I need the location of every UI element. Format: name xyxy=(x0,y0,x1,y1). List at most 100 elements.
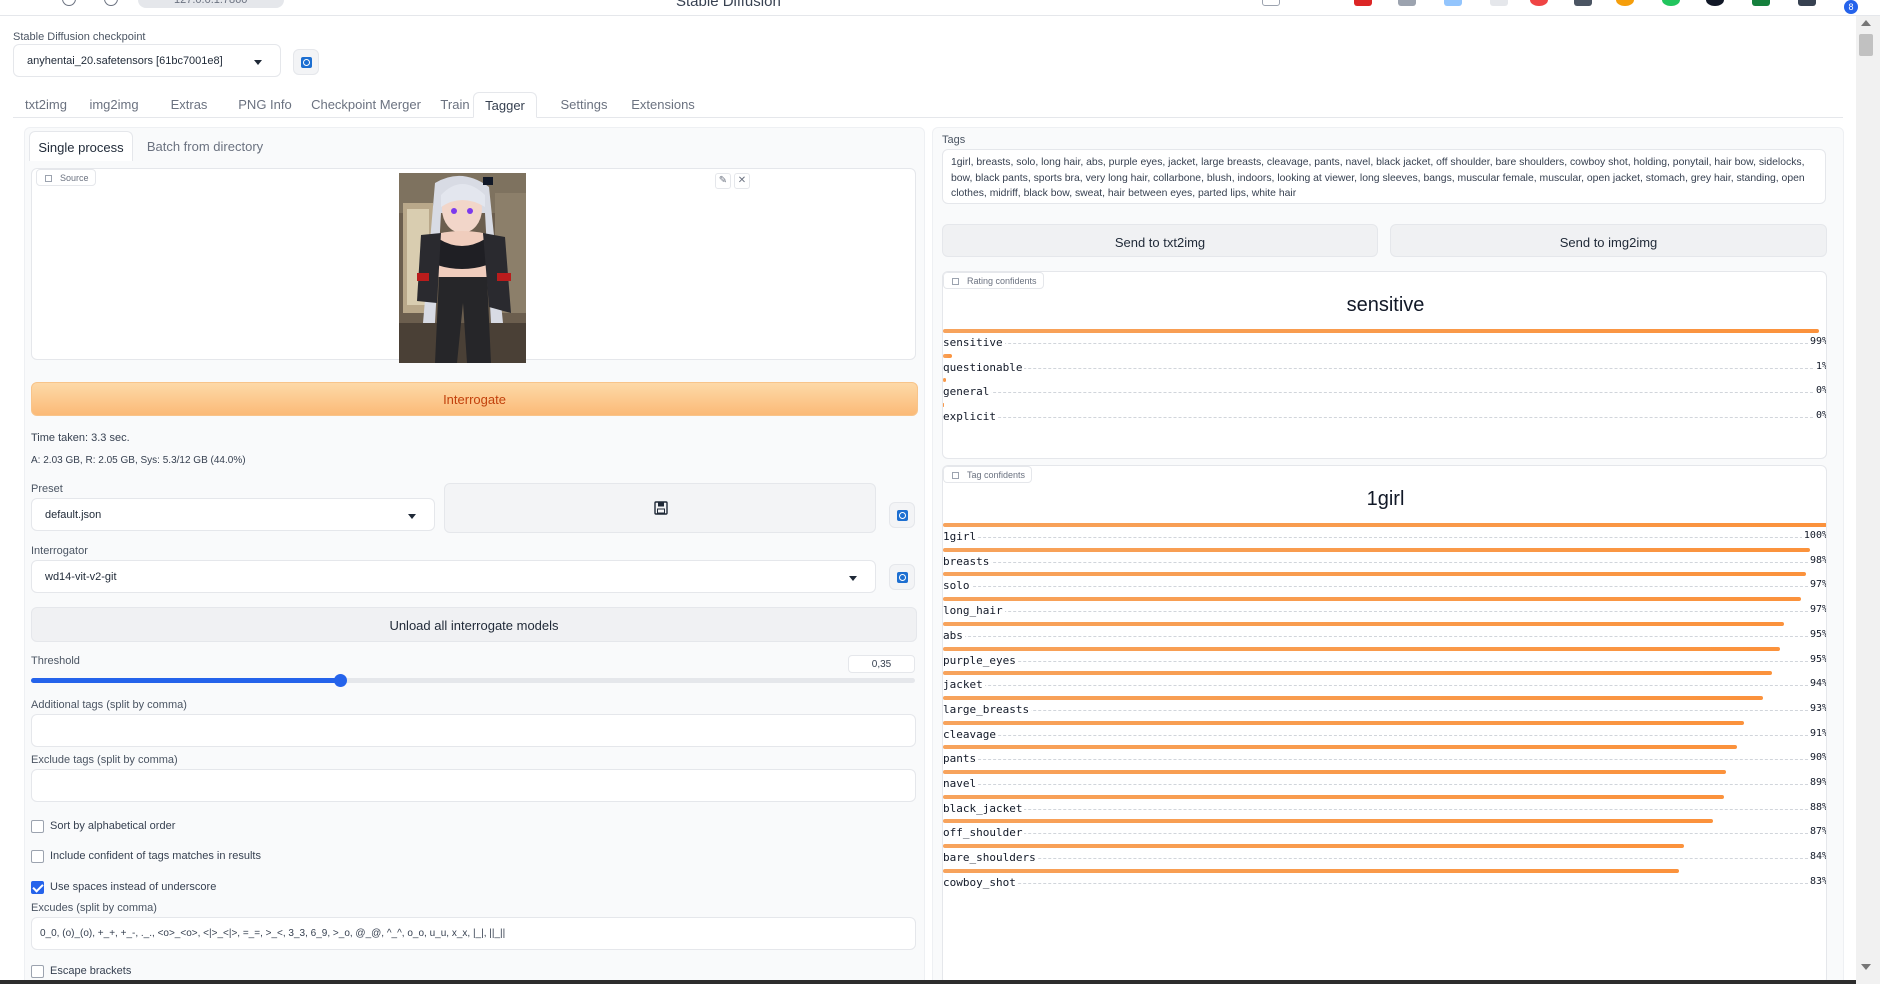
reload-icon[interactable] xyxy=(62,0,76,6)
extension-gray-icon[interactable] xyxy=(1398,0,1416,6)
interrogator-dropdown[interactable]: wd14-vit-v2-git xyxy=(31,560,876,593)
save-preset-button[interactable] xyxy=(444,483,876,533)
tab-txt2img[interactable]: txt2img xyxy=(13,92,79,118)
confidence-label: bare_shoulders xyxy=(943,851,1038,865)
confidence-bar xyxy=(943,794,1724,799)
character-illustration xyxy=(399,173,526,363)
excludes-input[interactable]: 0_0, (o)_(o), +_+, +_-, ._., <o>_<o>, <|… xyxy=(31,917,916,950)
send-to-txt2img-button[interactable]: Send to txt2img xyxy=(942,224,1378,257)
sort-alphabetical-checkbox[interactable] xyxy=(31,820,44,833)
escape-brackets-checkbox[interactable] xyxy=(31,965,44,978)
confidence-bar xyxy=(943,403,944,408)
confidence-percent: 84% xyxy=(1807,851,1827,863)
checkpoint-refresh-button[interactable] xyxy=(293,49,319,75)
rating-confidents-label: Rating confidents xyxy=(943,272,1044,289)
confidence-percent: 91% xyxy=(1807,727,1827,739)
scroll-up-arrow-icon[interactable] xyxy=(1861,20,1871,26)
tag-confidents-panel: Tag confidents 1girl 1girl 100% breasts 98%… xyxy=(942,465,1827,984)
chevron-down-icon xyxy=(849,576,857,581)
close-icon[interactable]: ✕ xyxy=(734,173,750,189)
send-to-img2img-button[interactable]: Send to img2img xyxy=(1390,224,1827,257)
confidence-bar xyxy=(943,819,1713,824)
extension-shield-icon[interactable] xyxy=(1530,0,1548,6)
left-panel: Single process Batch from directory Sour… xyxy=(24,127,925,984)
exclude-tags-input[interactable] xyxy=(31,769,916,802)
tab-batch-from-directory[interactable]: Batch from directory xyxy=(137,131,273,161)
checkpoint-dropdown[interactable]: anyhentai_20.safetensors [61bc7001e8] xyxy=(13,44,281,77)
dotted-leader xyxy=(943,709,1826,711)
preset-dropdown[interactable]: default.json xyxy=(31,498,435,531)
address-bar[interactable]: 127.0.0.1:7860 xyxy=(138,0,284,8)
dotted-leader xyxy=(943,882,1826,884)
dotted-leader xyxy=(943,392,1826,394)
dotted-leader xyxy=(943,685,1826,687)
tab-png-info[interactable]: PNG Info xyxy=(223,92,307,118)
tab-img2img[interactable]: img2img xyxy=(79,92,149,118)
floppy-disk-icon xyxy=(654,501,668,515)
extension-calc-icon[interactable] xyxy=(1574,0,1592,6)
back-icon[interactable] xyxy=(16,0,30,6)
confidence-label: solo xyxy=(943,579,972,593)
scroll-down-arrow-icon[interactable] xyxy=(1861,964,1871,970)
confidence-label: sensitive xyxy=(943,336,1005,349)
tab-checkpoint-merger[interactable]: Checkpoint Merger xyxy=(301,92,431,118)
main-tab-bar: txt2img img2img Extras PNG Info Checkpoi… xyxy=(13,92,1843,118)
dotted-leader xyxy=(943,561,1826,563)
refresh-icon xyxy=(897,572,908,583)
extension-excel-icon[interactable] xyxy=(1752,0,1770,6)
preset-refresh-button[interactable] xyxy=(889,502,915,528)
extension-puzzle-icon[interactable] xyxy=(1798,0,1816,6)
extension-badge[interactable]: 8 xyxy=(1844,0,1858,14)
tag-row: cowboy_shot 83% xyxy=(943,868,1826,899)
extension-dark-icon[interactable] xyxy=(1706,0,1724,6)
preset-label: Preset xyxy=(31,483,63,495)
confidence-percent: 94% xyxy=(1807,678,1827,690)
edit-icon[interactable]: ✎ xyxy=(715,173,731,189)
tab-tagger[interactable]: Tagger xyxy=(473,92,537,118)
threshold-slider-handle[interactable] xyxy=(334,674,348,687)
extension-blue-icon[interactable] xyxy=(1444,0,1462,6)
rating-confidents-panel: Rating confidents sensitive sensitive 99%… xyxy=(942,271,1827,459)
interrogator-refresh-button[interactable] xyxy=(889,564,915,590)
tags-output[interactable]: 1girl, breasts, solo, long hair, abs, pu… xyxy=(942,149,1826,204)
tab-extras[interactable]: Extras xyxy=(159,92,219,118)
page-scrollbar[interactable] xyxy=(1856,16,1880,984)
dotted-leader xyxy=(943,759,1826,761)
browser-toolbar: 127.0.0.1:7860 Stable Diffusion 8 xyxy=(0,0,1880,16)
scrollbar-thumb[interactable] xyxy=(1859,34,1873,56)
confidence-percent: 0% xyxy=(1813,385,1827,397)
include-confident-label: Include confident of tags matches in res… xyxy=(50,850,261,862)
confidence-percent: 89% xyxy=(1807,777,1827,788)
additional-tags-label: Additional tags (split by comma) xyxy=(31,699,187,711)
use-spaces-checkbox[interactable] xyxy=(31,881,44,894)
interrogate-button[interactable]: Interrogate xyxy=(31,382,918,416)
confidence-bar xyxy=(943,844,1684,849)
extension-green-icon[interactable] xyxy=(1662,0,1680,6)
threshold-label: Threshold xyxy=(31,655,80,667)
extension-red-icon[interactable] xyxy=(1354,0,1372,6)
confidence-bar xyxy=(943,646,1781,651)
chart-icon xyxy=(952,472,959,479)
tab-settings[interactable]: Settings xyxy=(545,92,623,118)
bookmark-icon[interactable] xyxy=(1262,0,1280,6)
forward-icon[interactable] xyxy=(104,0,118,6)
confidence-percent: 100% xyxy=(1801,530,1827,541)
confidence-percent: 93% xyxy=(1807,702,1827,714)
threshold-slider[interactable] xyxy=(31,674,915,687)
tab-single-process[interactable]: Single process xyxy=(29,131,133,161)
refresh-icon xyxy=(301,57,312,68)
confidence-bar xyxy=(943,353,952,358)
include-confident-checkbox[interactable] xyxy=(31,850,44,863)
chevron-down-icon xyxy=(254,60,262,65)
confidence-label: navel xyxy=(943,777,979,790)
additional-tags-input[interactable] xyxy=(31,714,916,747)
confidence-percent: 95% xyxy=(1807,653,1827,665)
extension-light-icon[interactable] xyxy=(1490,0,1508,6)
threshold-number-input[interactable]: 0,35 xyxy=(848,655,915,673)
extension-chrome-icon[interactable] xyxy=(1616,0,1634,6)
confidence-percent: 97% xyxy=(1807,604,1827,616)
source-image-area[interactable]: Source ✎ ✕ xyxy=(31,168,916,363)
tab-extensions[interactable]: Extensions xyxy=(615,92,711,118)
unload-models-button[interactable]: Unload all interrogate models xyxy=(31,607,917,642)
confidence-bar xyxy=(943,868,1680,873)
